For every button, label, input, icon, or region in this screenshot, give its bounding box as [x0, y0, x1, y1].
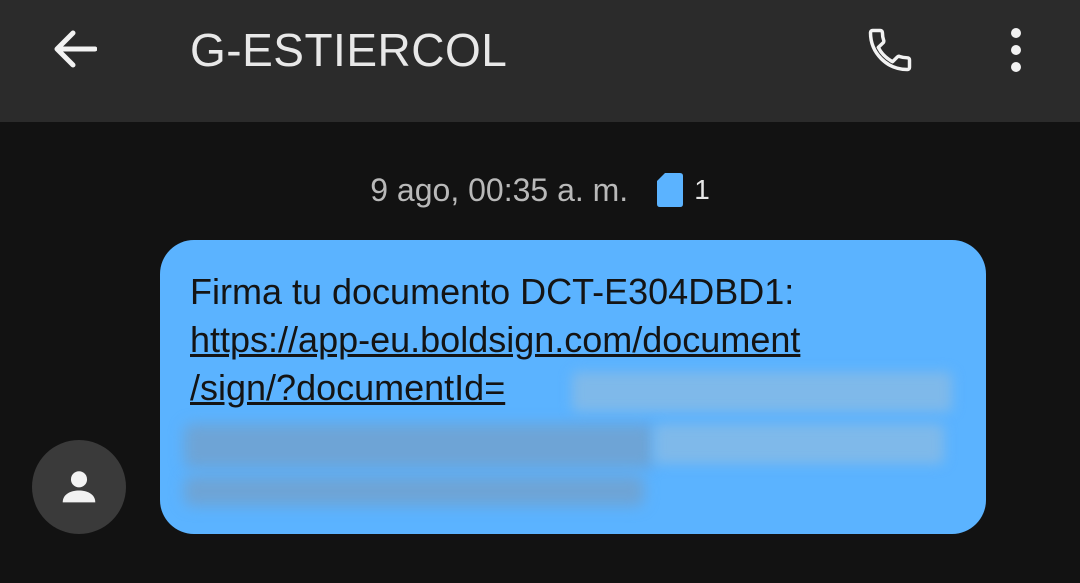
conversation-screen: G-ESTIERCOL 9 ago, 00:35 a. m. 1 Firma t… [0, 0, 1080, 583]
app-bar: G-ESTIERCOL [0, 0, 1080, 122]
sender-avatar[interactable] [32, 440, 126, 534]
redacted-region [654, 424, 944, 464]
conversation-title: G-ESTIERCOL [190, 24, 508, 76]
message-bubble[interactable]: Firma tu documento DCT-E304DBD1: https:/… [160, 240, 986, 534]
sim-number: 1 [694, 174, 710, 205]
call-button[interactable] [858, 18, 922, 82]
sim-card-icon [657, 173, 684, 207]
person-icon [62, 471, 96, 503]
message-meta: 9 ago, 00:35 a. m. 1 [0, 166, 1080, 214]
sim-indicator: 1 [656, 172, 710, 208]
more-vert-icon [1011, 28, 1021, 72]
message-timestamp: 9 ago, 00:35 a. m. [370, 171, 629, 208]
arrow-back-icon [54, 30, 97, 68]
redacted-region [184, 424, 654, 468]
redacted-region [572, 372, 952, 412]
redacted-region [184, 476, 644, 506]
message-link-line-1[interactable]: https://app-eu.boldsign.com/document [190, 316, 956, 364]
message-text: Firma tu documento DCT-E304DBD1: [190, 271, 795, 312]
phone-icon [868, 28, 912, 72]
back-button[interactable] [42, 22, 106, 76]
more-options-button[interactable] [992, 18, 1040, 82]
message-link-line-2[interactable]: /sign/?documentId= [190, 367, 505, 408]
